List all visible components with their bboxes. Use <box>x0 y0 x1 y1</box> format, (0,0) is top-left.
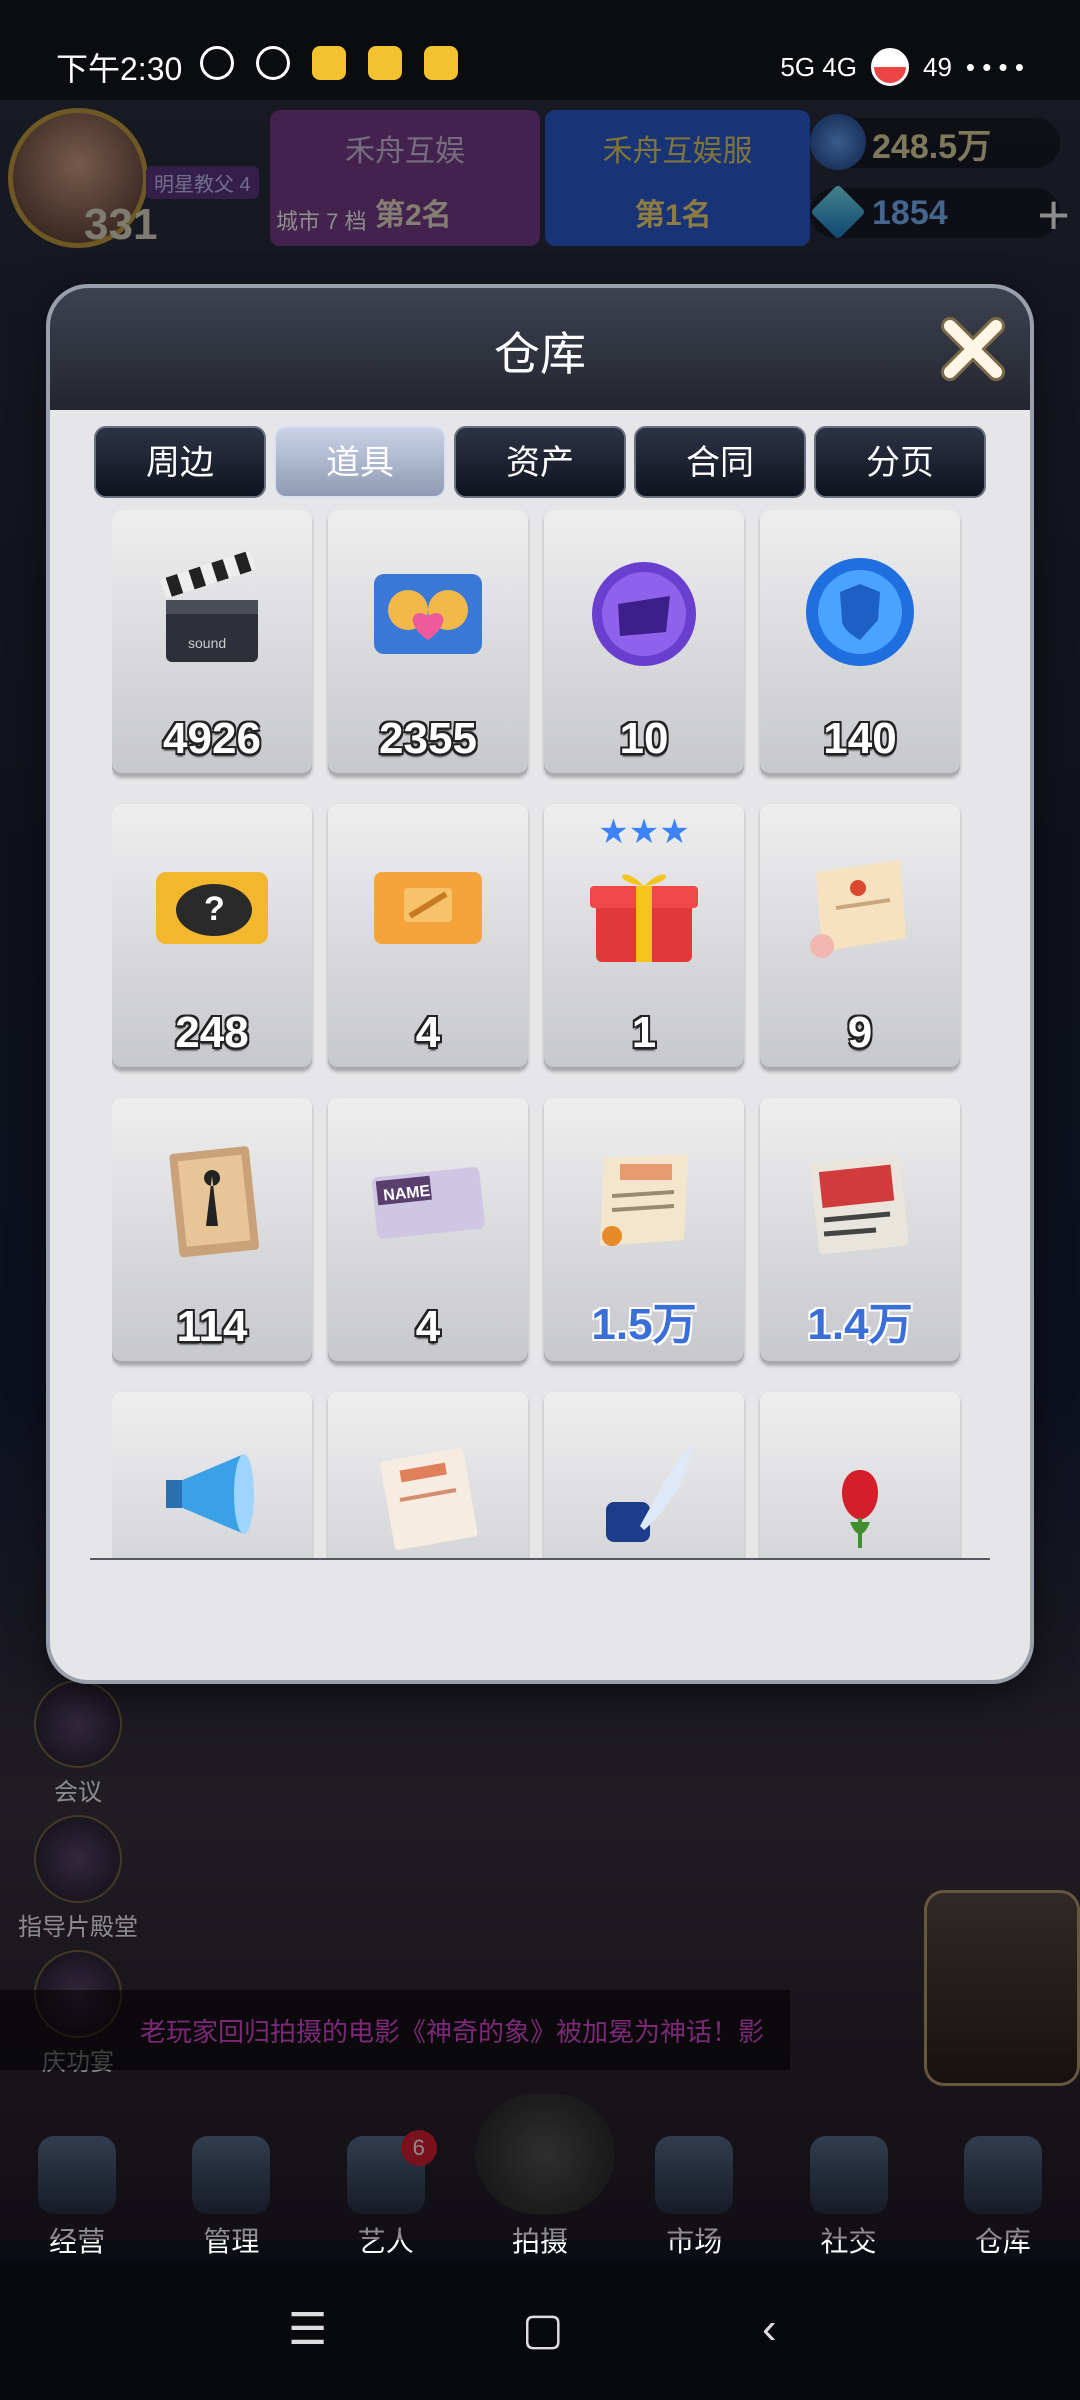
orange-card-icon <box>364 842 492 970</box>
tab-assets[interactable]: 资产 <box>454 426 626 498</box>
purple-ticket-coin-icon <box>580 548 708 676</box>
svg-text:sound: sound <box>188 635 226 651</box>
item-quantity: 4 <box>415 1008 441 1057</box>
menu-button[interactable]: ☰ <box>288 2304 327 2355</box>
more-icon: • • • • <box>965 51 1024 82</box>
gift-box-icon <box>580 842 708 970</box>
item-blue-shield[interactable]: 140 <box>760 510 960 776</box>
svg-text:?: ? <box>204 890 225 928</box>
tab-items[interactable]: 道具 <box>274 426 446 498</box>
item-certificate[interactable] <box>328 1392 528 1560</box>
item-name-card[interactable]: NAME 4 <box>328 1098 528 1364</box>
item-quantity: 1.4万 <box>807 1300 913 1349</box>
status-right: 5G 4G 49 • • • • <box>780 48 1024 86</box>
item-quantity: 1 <box>631 1008 657 1057</box>
item-clapperboard[interactable]: sound 4926 <box>112 510 312 776</box>
item-quantity: 4 <box>415 1302 441 1351</box>
item-grid-viewport[interactable]: sound 4926 2355 10 140 ? 248 4 ★★★ 1 9 1… <box>112 510 992 1560</box>
scroll-icon <box>796 842 924 970</box>
item-quantity: 9 <box>847 1008 873 1057</box>
item-quantity: 2355 <box>379 714 477 763</box>
item-purple-ticket[interactable]: 10 <box>544 510 744 776</box>
clapperboard-icon: sound <box>148 548 276 676</box>
item-quantity: 1.5万 <box>591 1300 697 1349</box>
work-letter-icon <box>580 1136 708 1264</box>
battery-icon <box>870 48 909 86</box>
item-rose[interactable] <box>760 1392 960 1560</box>
blue-shield-orb-icon <box>796 548 924 676</box>
close-button[interactable] <box>938 314 1008 384</box>
home-button[interactable]: ▢ <box>522 2304 564 2355</box>
red-document-icon <box>796 1136 924 1264</box>
warehouse-dialog: 仓库 周边 道具 资产 合同 分页 sound 4926 2355 10 140… <box>50 288 1030 1680</box>
item-quantity: 4926 <box>163 714 261 763</box>
item-ink-quill[interactable] <box>544 1392 744 1560</box>
category-tabs: 周边 道具 资产 合同 分页 <box>94 426 986 498</box>
item-gift-box[interactable]: ★★★ 1 <box>544 804 744 1070</box>
dialog-title: 仓库 <box>494 328 586 380</box>
signal-icon: 5G 4G <box>780 51 857 82</box>
tab-contracts[interactable]: 合同 <box>634 426 806 498</box>
system-navigation-bar: ☰ ▢ ‹ <box>0 2260 1080 2400</box>
couple-card-icon <box>364 548 492 676</box>
item-quantity: 114 <box>176 1302 248 1351</box>
certificate-icon <box>364 1430 492 1558</box>
item-scroll[interactable]: 9 <box>760 804 960 1070</box>
movie-poster-icon <box>148 1136 276 1264</box>
app-notification-icon <box>424 46 458 80</box>
tab-merch[interactable]: 周边 <box>94 426 266 498</box>
battery-level: 49 <box>922 51 952 82</box>
mystery-card-icon: ? <box>148 842 276 970</box>
app-notification-icon <box>368 46 402 80</box>
item-movie-poster[interactable]: 114 <box>112 1098 312 1364</box>
megaphone-icon <box>148 1430 276 1558</box>
back-button[interactable]: ‹ <box>762 2304 777 2354</box>
grid-divider <box>90 1558 990 1560</box>
alarm-icon <box>256 46 290 80</box>
item-orange-card[interactable]: 4 <box>328 804 528 1070</box>
item-quantity: 248 <box>175 1008 249 1057</box>
item-grid: sound 4926 2355 10 140 ? 248 4 ★★★ 1 9 1… <box>112 510 960 1560</box>
status-bar: 下午2:30 5G 4G 49 • • • • <box>0 0 1080 100</box>
item-quantity: 140 <box>823 714 897 763</box>
item-mystery-card[interactable]: ? 248 <box>112 804 312 1070</box>
app-notification-icon <box>312 46 346 80</box>
item-red-document[interactable]: 1.4万 <box>760 1098 960 1364</box>
rose-icon <box>796 1430 924 1558</box>
item-work-letter[interactable]: 1.5万 <box>544 1098 744 1364</box>
ink-quill-icon <box>580 1430 708 1558</box>
name-card-icon: NAME <box>364 1136 492 1264</box>
notification-icons <box>200 46 458 80</box>
close-icon <box>941 317 1005 381</box>
item-megaphone[interactable] <box>112 1392 312 1560</box>
status-time: 下午2:30 <box>56 51 183 87</box>
dialog-header: 仓库 <box>50 288 1030 410</box>
item-quantity: 10 <box>619 714 669 763</box>
item-couple-card[interactable]: 2355 <box>328 510 528 776</box>
tab-pages[interactable]: 分页 <box>814 426 986 498</box>
mute-icon <box>200 46 234 80</box>
